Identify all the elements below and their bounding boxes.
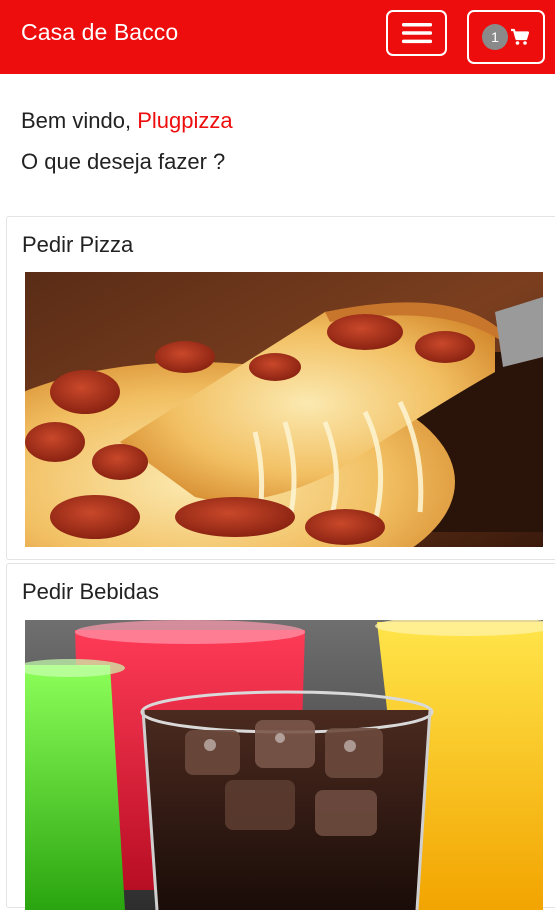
shopping-cart-icon xyxy=(511,28,530,45)
greeting-text: Bem vindo, xyxy=(21,108,132,133)
username-text: Plugpizza xyxy=(137,108,233,133)
hamburger-icon xyxy=(401,23,432,44)
cart-button[interactable]: 1 xyxy=(467,10,545,64)
top-navbar: Casa de Bacco 1 xyxy=(0,0,555,74)
menu-toggle-button[interactable] xyxy=(386,10,447,56)
order-drinks-card[interactable]: Pedir Bebidas xyxy=(6,563,555,910)
order-drinks-title[interactable]: Pedir Bebidas xyxy=(22,578,159,606)
cart-count-badge: 1 xyxy=(482,24,508,50)
prompt-question: O que deseja fazer ? xyxy=(21,149,226,174)
brand-title[interactable]: Casa de Bacco xyxy=(21,18,178,46)
order-pizza-title[interactable]: Pedir Pizza xyxy=(22,231,133,259)
drinks-image[interactable] xyxy=(25,620,543,910)
order-pizza-card[interactable]: Pedir Pizza xyxy=(6,216,555,560)
pizza-image[interactable] xyxy=(25,272,543,547)
welcome-message: Bem vindo, Plugpizza xyxy=(21,105,233,137)
